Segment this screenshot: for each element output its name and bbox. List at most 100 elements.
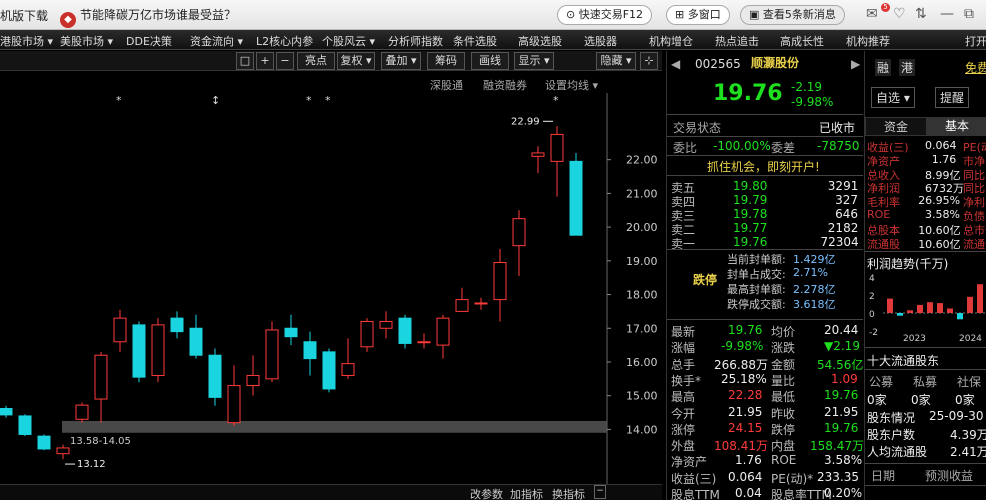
- highlight-button[interactable]: 亮点: [297, 52, 335, 70]
- tab-capital[interactable]: 资金: [865, 117, 927, 136]
- menu-item-dde[interactable]: DDE决策: [126, 33, 172, 49]
- stat-label: 最低: [771, 390, 796, 405]
- menu-item-fund-flow[interactable]: 资金流向 ▾: [190, 33, 243, 49]
- chips-button[interactable]: 筹码: [427, 52, 465, 70]
- edit-params-button[interactable]: 改参数: [470, 486, 503, 500]
- candle[interactable]: [360, 318, 374, 352]
- margin-trading-link[interactable]: 融资融券: [483, 77, 527, 93]
- candle[interactable]: [322, 348, 336, 393]
- open-account-promo[interactable]: 抓住机会，即刻开户!: [707, 158, 820, 175]
- event-marker[interactable]: *: [306, 94, 312, 107]
- mobile-download-link[interactable]: 机版下载: [0, 7, 48, 24]
- y-tick-label: 15.00: [626, 390, 658, 403]
- candle[interactable]: [37, 434, 51, 451]
- draw-line-button[interactable]: 画线: [471, 52, 509, 70]
- quick-trade-button[interactable]: ⊙ 快速交易F12: [557, 5, 653, 25]
- info-value: 25-09-30: [929, 409, 984, 423]
- zoom-in-button[interactable]: +: [256, 52, 274, 70]
- adjust-button[interactable]: 复权 ▾: [337, 52, 375, 70]
- candle[interactable]: [265, 321, 279, 383]
- event-marker[interactable]: *: [553, 94, 559, 107]
- menu-item-open[interactable]: 打开: [965, 33, 986, 49]
- candlestick-chart[interactable]: 22.00 21.00 20.00 19.00 18.00 17.00 16.00 15.00…: [0, 93, 662, 485]
- limit-row-label: 跌停成交额:: [727, 298, 786, 311]
- stat-value: 108.41万: [714, 439, 768, 454]
- prev-stock-icon[interactable]: ◀: [671, 57, 680, 71]
- zoom-out-button[interactable]: −: [276, 52, 294, 70]
- candle[interactable]: [398, 314, 412, 349]
- menu-item-hk[interactable]: 港股市场 ▾: [0, 33, 53, 49]
- event-marker[interactable]: *: [325, 94, 331, 107]
- menu-item-inst-rec[interactable]: 机构推荐: [846, 33, 890, 49]
- ma-settings-link[interactable]: 设置均线 ▾: [545, 77, 598, 93]
- mail-icon[interactable]: ✉: [866, 6, 878, 22]
- next-stock-icon[interactable]: ▶: [851, 57, 860, 71]
- stat-label: 量比: [771, 373, 796, 388]
- multi-window-button[interactable]: ⊞ 多窗口: [666, 5, 730, 25]
- messages-button[interactable]: ▣ 查看5条新消息: [740, 5, 845, 25]
- stat-value: 20.44: [824, 323, 859, 337]
- collapse-icon[interactable]: −: [594, 485, 606, 499]
- stat-value: 3.58%: [824, 453, 863, 468]
- stat-label: 最高: [671, 390, 696, 405]
- candle[interactable]: [75, 402, 89, 423]
- candle[interactable]: [569, 152, 583, 236]
- menu-item-us[interactable]: 美股市场 ▾: [60, 33, 113, 49]
- user-icon[interactable]: ♡: [893, 6, 906, 22]
- menu-item-growth[interactable]: 高成长性: [780, 33, 824, 49]
- add-watchlist-button[interactable]: 自选 ▾: [871, 87, 915, 108]
- menu-item-l2[interactable]: L2核心内参: [256, 33, 313, 49]
- grid-icon[interactable]: ⊹: [640, 52, 658, 70]
- restore-icon[interactable]: ⧉: [964, 6, 974, 22]
- event-marker[interactable]: *: [116, 94, 122, 107]
- last-price: 19.76: [713, 81, 783, 106]
- display-button[interactable]: 显示 ▾: [514, 52, 554, 70]
- stat-value: 24.15: [728, 420, 763, 435]
- y-tick-label: 14.00: [626, 423, 658, 436]
- add-indicator-button[interactable]: 加指标: [510, 486, 543, 500]
- stat-value: 22.28: [728, 388, 763, 403]
- stat-label: 跌停: [771, 422, 796, 437]
- stat-label: 涨幅: [671, 341, 696, 356]
- candle[interactable]: [18, 414, 32, 437]
- low-price-label: 13.12: [77, 459, 106, 470]
- overlay-button[interactable]: 叠加 ▾: [381, 52, 421, 70]
- menu-item-inst-add[interactable]: 机构增仓: [649, 33, 693, 49]
- minimize-icon[interactable]: —: [940, 6, 954, 22]
- candle-body: [18, 415, 32, 435]
- fund-label: ROE: [867, 208, 891, 221]
- profit-y-tick: 0: [869, 310, 875, 320]
- top-holders-title: 十大流通股东: [867, 354, 940, 368]
- candle-body: [569, 160, 583, 236]
- candle[interactable]: [208, 348, 222, 406]
- switch-indicator-button[interactable]: 换指标: [552, 486, 585, 500]
- shenzhen-connect-link[interactable]: 深股通: [430, 77, 463, 93]
- tab-fundamental[interactable]: 基本: [927, 117, 986, 136]
- menu-item-stock-news[interactable]: 个股风云 ▾: [322, 33, 375, 49]
- settings-icon[interactable]: ⇅: [915, 6, 927, 22]
- margin-tag[interactable]: 融: [875, 59, 892, 76]
- hide-button[interactable]: 隐藏 ▾: [596, 52, 636, 70]
- candle[interactable]: [151, 318, 165, 383]
- price-change: -2.19: [791, 80, 823, 94]
- stat-value: 25.18%: [721, 371, 767, 386]
- alert-button[interactable]: 提醒: [935, 87, 970, 108]
- menu-item-hotspot[interactable]: 热点追击: [715, 33, 759, 49]
- hk-tag[interactable]: 港: [899, 59, 916, 76]
- candle-body: [208, 354, 222, 398]
- copy-button[interactable]: □: [236, 52, 254, 70]
- menu-item-condition[interactable]: 条件选股: [453, 33, 497, 49]
- menu-item-advanced[interactable]: 高级选股: [518, 33, 562, 49]
- candle[interactable]: [132, 321, 146, 383]
- event-marker[interactable]: ↕: [211, 94, 220, 107]
- news-headline-link[interactable]: ◆ 节能降碳万亿市场谁最受益？: [60, 6, 236, 28]
- chip-range-band: [62, 420, 607, 433]
- menu-item-screener[interactable]: 选股器: [584, 33, 617, 49]
- candle-body: [436, 317, 450, 346]
- weibi-value: -100.00%: [713, 139, 771, 153]
- right-info-panel: 融 港 免费 自选 ▾ 提醒 资金 基本 收益(三)0.064PE(动)净资产1…: [864, 51, 986, 500]
- free-link[interactable]: 免费: [965, 59, 986, 76]
- menu-item-analyst[interactable]: 分析师指数: [388, 33, 443, 49]
- limit-row-label: 当前封单额:: [727, 253, 786, 266]
- candle-body: [56, 447, 70, 455]
